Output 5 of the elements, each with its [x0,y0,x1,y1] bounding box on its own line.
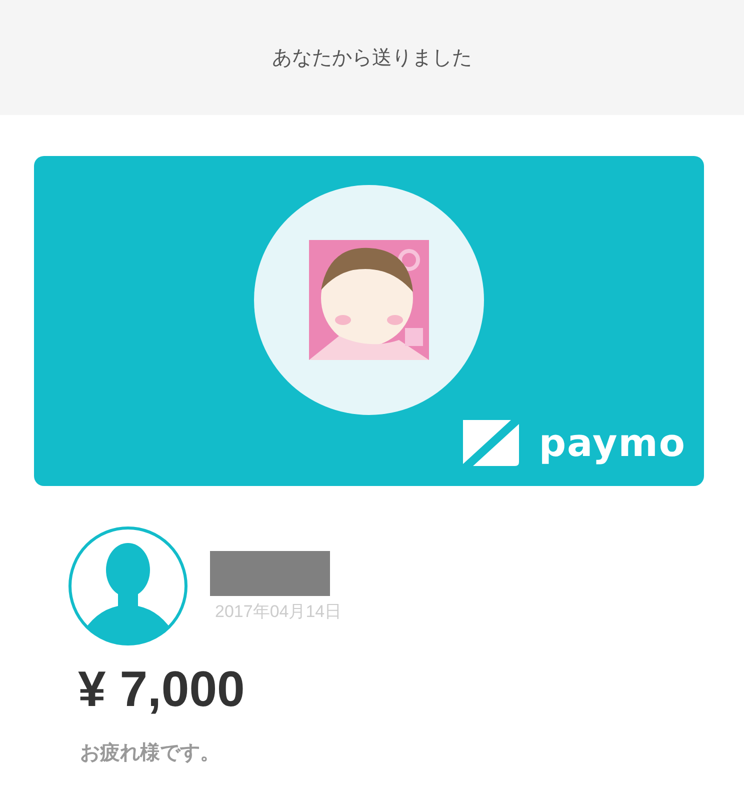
avatar-icon [68,526,188,646]
payment-amount: ¥ 7,000 [78,662,246,717]
payment-message: お疲れ様です。 [80,739,221,766]
brand-name: paymo [538,424,686,462]
page-title: あなたから送りました [272,44,472,71]
